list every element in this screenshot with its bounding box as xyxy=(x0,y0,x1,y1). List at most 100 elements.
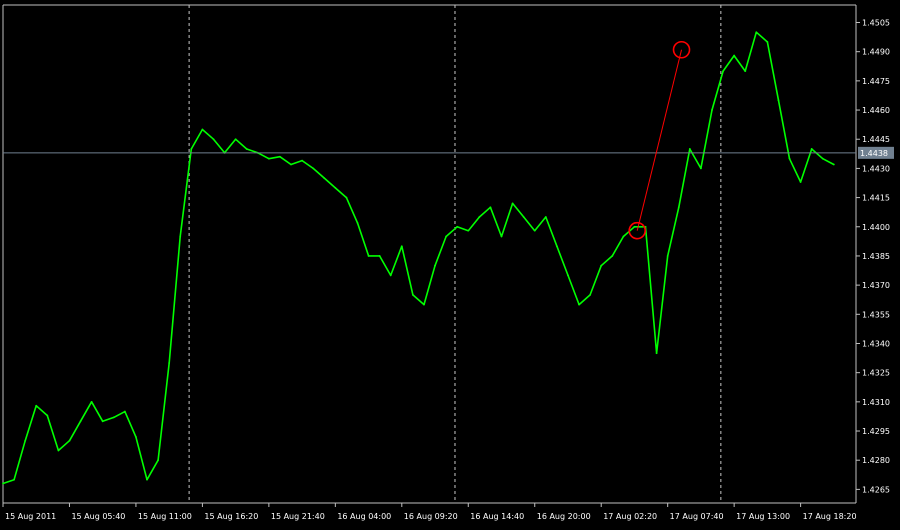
x-tick-label-8: 16 Aug 20:00 xyxy=(537,512,591,521)
price-point-0-65 xyxy=(722,70,724,73)
price-point-0-16 xyxy=(179,235,182,238)
x-tick-label-6: 16 Aug 09:20 xyxy=(404,512,458,521)
x-tick-label-3: 15 Aug 16:20 xyxy=(204,512,258,521)
price-point-0-30 xyxy=(334,186,337,189)
price-point-0-53 xyxy=(589,293,592,296)
price-point-0-24 xyxy=(267,157,270,160)
y-tick-label-9: 1.4400 xyxy=(862,223,890,232)
price-point-0-46 xyxy=(511,202,514,205)
price-point-0-4 xyxy=(46,414,49,417)
y-tick-label-16: 1.4505 xyxy=(862,19,890,28)
price-point-0-10 xyxy=(112,416,115,419)
price-point-0-1 xyxy=(13,478,15,481)
price-point-0-67 xyxy=(744,70,747,73)
price-point-0-44 xyxy=(489,206,492,209)
price-point-0-7 xyxy=(79,420,82,423)
price-point-0-72 xyxy=(799,181,802,183)
y-tick-label-6: 1.4355 xyxy=(862,310,890,319)
price-point-0-69 xyxy=(766,41,769,43)
price-point-0-33 xyxy=(367,255,370,257)
x-tick-label-2: 15 Aug 11:00 xyxy=(138,512,192,521)
x-tick-label-5: 16 Aug 04:00 xyxy=(337,512,391,521)
y-tick-label-4: 1.4325 xyxy=(862,369,890,378)
price-point-0-0 xyxy=(2,482,4,485)
y-tick-label-11: 1.4430 xyxy=(862,164,890,173)
price-point-0-36 xyxy=(400,245,403,248)
price-point-0-59 xyxy=(655,352,658,355)
y-tick-label-7: 1.4370 xyxy=(862,281,890,290)
price-point-0-27 xyxy=(301,159,304,162)
price-point-0-40 xyxy=(445,235,448,238)
price-point-0-60 xyxy=(666,255,669,257)
price-point-0-55 xyxy=(611,255,614,257)
price-point-0-28 xyxy=(312,167,315,170)
price-point-0-63 xyxy=(700,167,702,170)
x-tick-label-7: 16 Aug 14:40 xyxy=(470,512,524,521)
price-point-0-32 xyxy=(356,221,359,224)
price-point-0-37 xyxy=(411,293,414,296)
y-tick-label-1: 1.4280 xyxy=(862,456,890,465)
price-point-0-50 xyxy=(555,245,558,248)
price-point-0-73 xyxy=(810,148,813,150)
price-point-0-41 xyxy=(456,225,459,228)
price-point-0-71 xyxy=(788,157,791,160)
price-point-0-45 xyxy=(500,235,503,238)
y-tick-label-8: 1.4385 xyxy=(862,252,890,261)
price-point-0-31 xyxy=(345,196,348,199)
x-tick-label-9: 17 Aug 02:20 xyxy=(603,512,657,521)
price-point-0-9 xyxy=(101,420,104,423)
price-chart[interactable]: 1.4265 1.4280 1.4295 1.4310 1.4325 1.4340 1.43… xyxy=(0,0,900,526)
price-point-0-18 xyxy=(201,128,204,131)
x-tick-label-10: 17 Aug 07:40 xyxy=(670,512,724,521)
y-tick-label-5: 1.4340 xyxy=(862,339,890,348)
price-point-0-19 xyxy=(212,138,215,141)
current-price-label: 1.4438 xyxy=(860,149,888,158)
price-point-0-6 xyxy=(68,439,71,442)
price-point-0-54 xyxy=(600,264,603,267)
price-point-0-57 xyxy=(633,225,636,228)
price-point-0-8 xyxy=(90,400,93,403)
price-point-0-2 xyxy=(24,439,27,442)
x-tick-label-1: 15 Aug 05:40 xyxy=(71,512,125,521)
y-tick-label-10: 1.4415 xyxy=(862,194,890,203)
price-series-0 xyxy=(2,31,835,485)
price-point-0-11 xyxy=(123,410,126,413)
price-point-0-51 xyxy=(567,274,569,277)
price-point-0-49 xyxy=(544,216,547,218)
chart-window[interactable]: 1.4265 1.4280 1.4295 1.4310 1.4325 1.4340 1.43… xyxy=(0,0,900,526)
y-tick-label-13: 1.4460 xyxy=(862,106,890,115)
x-tick-label-0: 15 Aug 2011 xyxy=(5,512,56,521)
price-point-0-34 xyxy=(378,255,381,257)
price-point-0-17 xyxy=(190,148,193,150)
price-point-0-39 xyxy=(434,264,436,267)
y-tick-label-3: 1.4310 xyxy=(862,398,890,407)
x-tick-label-12: 17 Aug 18:20 xyxy=(803,512,857,521)
price-point-0-70 xyxy=(777,99,780,102)
price-point-0-61 xyxy=(677,206,680,209)
y-tick-label-0: 1.4265 xyxy=(862,485,890,494)
price-point-0-43 xyxy=(478,216,481,218)
price-point-0-26 xyxy=(290,163,292,166)
price-point-0-14 xyxy=(157,459,159,462)
price-point-0-22 xyxy=(245,148,248,150)
price-point-0-13 xyxy=(146,478,148,481)
y-tick-label-14: 1.4475 xyxy=(862,77,890,86)
price-point-0-3 xyxy=(35,404,38,407)
price-point-0-62 xyxy=(688,148,691,150)
price-point-0-64 xyxy=(711,109,713,111)
price-point-0-25 xyxy=(279,155,281,158)
price-point-0-12 xyxy=(135,435,137,438)
price-point-0-68 xyxy=(755,31,758,34)
price-point-0-42 xyxy=(467,229,470,232)
price-point-0-15 xyxy=(168,362,171,364)
x-tick-label-4: 15 Aug 21:40 xyxy=(271,512,325,521)
price-point-0-5 xyxy=(57,449,60,452)
price-point-0-48 xyxy=(533,229,536,232)
y-tick-label-2: 1.4295 xyxy=(862,427,890,436)
y-tick-label-12: 1.4445 xyxy=(862,135,890,144)
x-tick-label-11: 17 Aug 13:00 xyxy=(736,512,790,521)
price-point-0-21 xyxy=(234,138,237,141)
price-point-0-38 xyxy=(423,303,425,306)
price-point-0-29 xyxy=(323,177,326,180)
price-point-0-52 xyxy=(578,303,580,306)
